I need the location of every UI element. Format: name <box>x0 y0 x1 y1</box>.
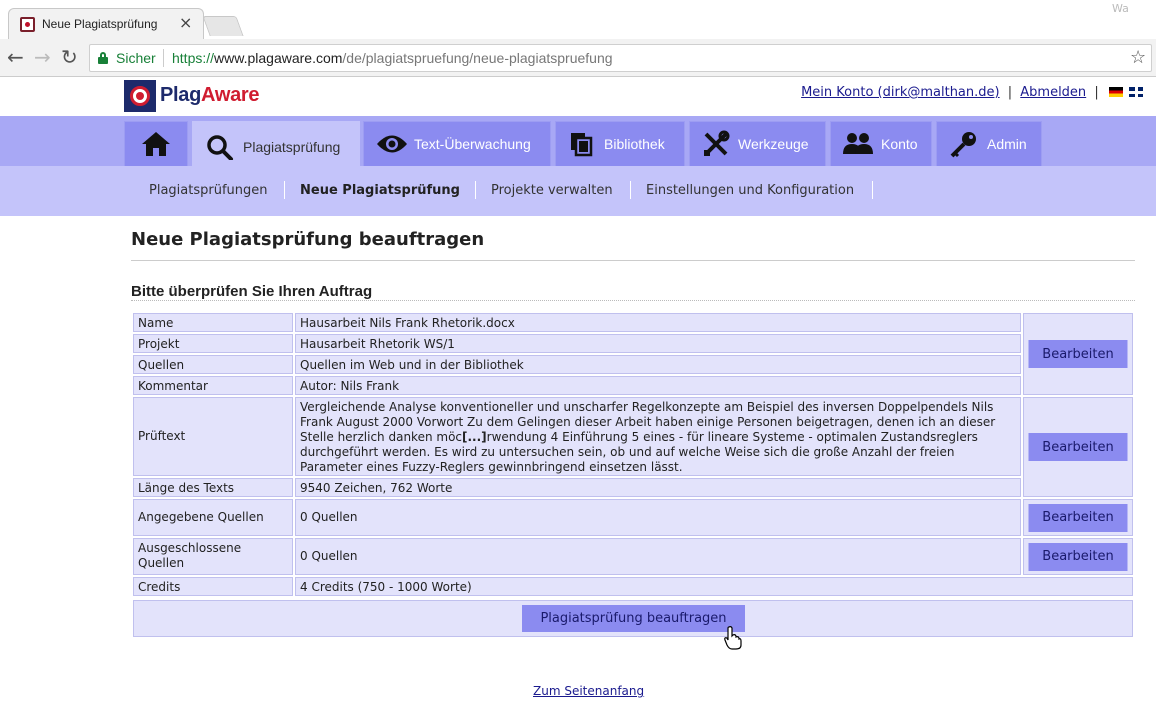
subnav-projekte-verwalten[interactable]: Projekte verwalten <box>491 183 613 198</box>
files-icon <box>571 133 593 157</box>
row-value-credits: 4 Credits (750 - 1000 Worte) <box>295 577 1133 596</box>
row-value-kommentar: Autor: Nils Frank <box>295 376 1021 395</box>
row-value-prueftext: Vergleichende Analyse konventioneller un… <box>295 397 1021 476</box>
browser-tab[interactable]: Neue Plagiatsprüfung × <box>8 8 204 39</box>
browser-toolbar: ← → ↻ Sicher https://www.plagaware.com/d… <box>0 39 1156 77</box>
nav-tab-home[interactable] <box>124 121 188 166</box>
secure-label: Sicher <box>116 50 156 66</box>
row-label-credits: Credits <box>133 577 293 596</box>
new-tab-button[interactable] <box>202 16 244 36</box>
row-value-ausgeschlossene-quellen: 0 Quellen <box>295 538 1021 575</box>
row-label-quellen: Quellen <box>133 355 293 374</box>
row-label-projekt: Projekt <box>133 334 293 353</box>
title-divider <box>131 260 1135 261</box>
users-icon <box>843 133 873 154</box>
subnav-divider <box>475 181 476 199</box>
logo-mark-icon <box>124 80 156 112</box>
row-value-name: Hausarbeit Nils Frank Rhetorik.docx <box>295 313 1021 332</box>
home-icon <box>142 132 170 156</box>
row-label-angegebene-quellen: Angegebene Quellen <box>133 499 293 536</box>
search-icon <box>207 134 233 160</box>
logo-text: PlagAware <box>160 84 260 106</box>
subnav-einstellungen[interactable]: Einstellungen und Konfiguration <box>646 183 854 198</box>
german-flag-icon[interactable] <box>1108 87 1123 97</box>
row-value-projekt: Hausarbeit Rhetorik WS/1 <box>295 334 1021 353</box>
nav-tab-label: Plagiatsprüfung <box>243 138 341 155</box>
row-label-laenge: Länge des Texts <box>133 478 293 497</box>
tools-icon <box>704 130 730 156</box>
nav-tab-werkzeuge[interactable]: Werkzeuge <box>689 121 826 166</box>
edit-text-button[interactable]: Bearbeiten <box>1028 433 1128 461</box>
hand-cursor-icon <box>724 626 742 650</box>
nav-tab-label: Text-Überwachung <box>414 136 531 152</box>
lock-icon <box>98 52 108 64</box>
row-label-name: Name <box>133 313 293 332</box>
subnav-divider <box>630 181 631 199</box>
back-icon[interactable]: ← <box>7 47 24 67</box>
nav-tab-label: Bibliothek <box>604 136 665 152</box>
subnav-divider <box>872 181 873 199</box>
sub-navigation: Plagiatsprüfungen Neue Plagiatsprüfung P… <box>0 166 1156 216</box>
subnav-neue-plagiatspruefung[interactable]: Neue Plagiatsprüfung <box>300 183 460 198</box>
row-label-prueftext: Prüftext <box>133 397 293 476</box>
edit-cell-general: Bearbeiten <box>1023 313 1133 395</box>
nav-tab-plagiatspruefung[interactable]: Plagiatsprüfung <box>192 121 360 171</box>
row-label-kommentar: Kommentar <box>133 376 293 395</box>
subnav-plagiatspruefungen[interactable]: Plagiatsprüfungen <box>149 183 268 198</box>
edit-cell-text: Bearbeiten <box>1023 397 1133 497</box>
profile-label[interactable]: Wa <box>1112 2 1129 15</box>
browser-tabstrip: Neue Plagiatsprüfung × Wa <box>0 0 1156 39</box>
url-text: https://www.plagaware.com/de/plagiatspru… <box>172 50 613 66</box>
nav-tab-text-ueberwachung[interactable]: Text-Überwachung <box>363 121 551 166</box>
text-ellipsis: [...] <box>462 430 487 444</box>
nav-tab-bibliothek[interactable]: Bibliothek <box>555 121 685 166</box>
english-flag-icon[interactable] <box>1129 87 1143 97</box>
row-value-angegebene-quellen: 0 Quellen <box>295 499 1021 536</box>
nav-tab-label: Konto <box>881 136 918 152</box>
account-links: Mein Konto (dirk@malthan.de) | Abmelden … <box>801 85 1143 100</box>
bookmark-star-icon[interactable]: ☆ <box>1130 47 1146 68</box>
nav-tab-label: Admin <box>987 136 1027 152</box>
edit-angegebene-quellen-button[interactable]: Bearbeiten <box>1028 503 1128 532</box>
submit-order-button[interactable]: Plagiatsprüfung beauftragen <box>522 605 745 632</box>
section-title: Bitte überprüfen Sie Ihren Auftrag <box>131 283 373 300</box>
back-to-top-link[interactable]: Zum Seitenanfang <box>533 684 644 698</box>
tab-title: Neue Plagiatsprüfung <box>42 17 158 31</box>
close-tab-icon[interactable]: × <box>179 15 192 31</box>
address-bar[interactable]: Sicher https://www.plagaware.com/de/plag… <box>89 44 1152 72</box>
edit-general-button[interactable]: Bearbeiten <box>1028 340 1128 368</box>
row-label-ausgeschlossene-quellen: Ausgeschlossene Quellen <box>133 538 293 575</box>
page-title: Neue Plagiatsprüfung beauftragen <box>131 229 485 250</box>
row-value-quellen: Quellen im Web und in der Bibliothek <box>295 355 1021 374</box>
key-icon <box>950 132 976 158</box>
logout-link[interactable]: Abmelden <box>1020 85 1086 100</box>
edit-cell-ausgeschlossene: Bearbeiten <box>1023 538 1133 575</box>
my-account-link[interactable]: Mein Konto (dirk@malthan.de) <box>801 85 1000 100</box>
edit-cell-angegebene: Bearbeiten <box>1023 499 1133 536</box>
edit-ausgeschlossene-quellen-button[interactable]: Bearbeiten <box>1028 542 1128 571</box>
reload-icon[interactable]: ↻ <box>61 47 78 67</box>
nav-tab-konto[interactable]: Konto <box>830 121 932 166</box>
forward-icon[interactable]: → <box>34 47 51 67</box>
row-value-laenge: 9540 Zeichen, 762 Worte <box>295 478 1021 497</box>
submit-row: Plagiatsprüfung beauftragen <box>133 600 1133 637</box>
eye-icon <box>377 135 407 153</box>
nav-tab-label: Werkzeuge <box>738 136 809 152</box>
main-navigation: Plagiatsprüfung Text-Überwachung Bibliot… <box>0 116 1156 171</box>
plagaware-favicon-icon <box>20 17 35 32</box>
subnav-divider <box>284 181 285 199</box>
nav-tab-admin[interactable]: Admin <box>936 121 1042 166</box>
section-divider <box>131 300 1135 301</box>
url-divider <box>163 49 164 67</box>
